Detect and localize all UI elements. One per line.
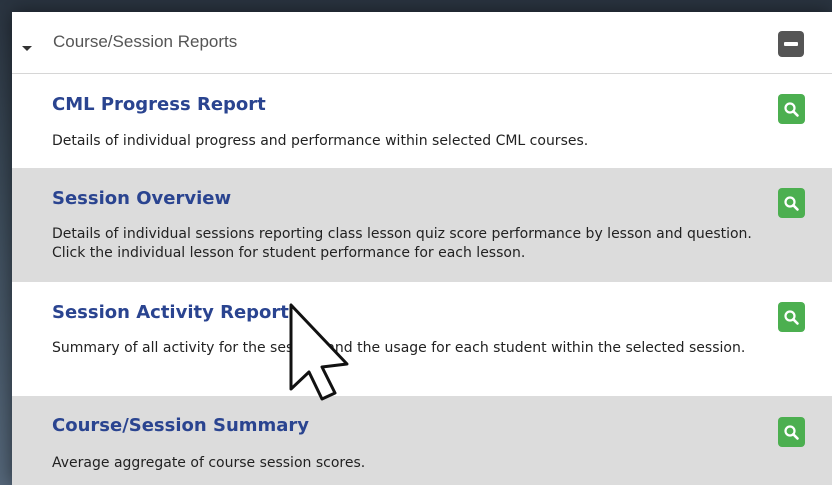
report-description: Average aggregate of course session scor… [52, 455, 366, 471]
section-title: Course/Session Reports [53, 32, 238, 51]
report-row: Course/Session Summary Average aggregate… [12, 396, 832, 485]
report-row: Session Activity Report Summary of all a… [12, 282, 832, 396]
section-header[interactable]: Course/Session Reports [12, 12, 832, 74]
report-description: Details of individual progress and perfo… [52, 133, 589, 149]
report-link-session-overview[interactable]: Session Overview [52, 188, 231, 209]
search-icon [784, 196, 799, 211]
report-row: CML Progress Report Details of individua… [12, 74, 832, 168]
report-description: Details of individual sessions reporting… [52, 226, 752, 261]
search-icon [784, 310, 799, 325]
report-link-cml-progress[interactable]: CML Progress Report [52, 94, 266, 115]
report-description: Summary of all activity for the session … [52, 340, 746, 356]
minus-icon [784, 42, 798, 46]
caret-down-icon[interactable] [22, 46, 32, 51]
view-report-button[interactable] [778, 417, 805, 447]
view-report-button[interactable] [778, 302, 805, 332]
reports-panel: Course/Session Reports CML Progress Repo… [12, 12, 832, 485]
view-report-button[interactable] [778, 94, 805, 124]
view-report-button[interactable] [778, 188, 805, 218]
collapse-button[interactable] [778, 31, 804, 57]
report-link-session-activity[interactable]: Session Activity Report [52, 302, 289, 323]
search-icon [784, 102, 799, 117]
search-icon [784, 425, 799, 440]
mouse-pointer-icon [289, 303, 349, 401]
report-row: Session Overview Details of individual s… [12, 168, 832, 282]
report-link-course-session-summary[interactable]: Course/Session Summary [52, 415, 309, 436]
